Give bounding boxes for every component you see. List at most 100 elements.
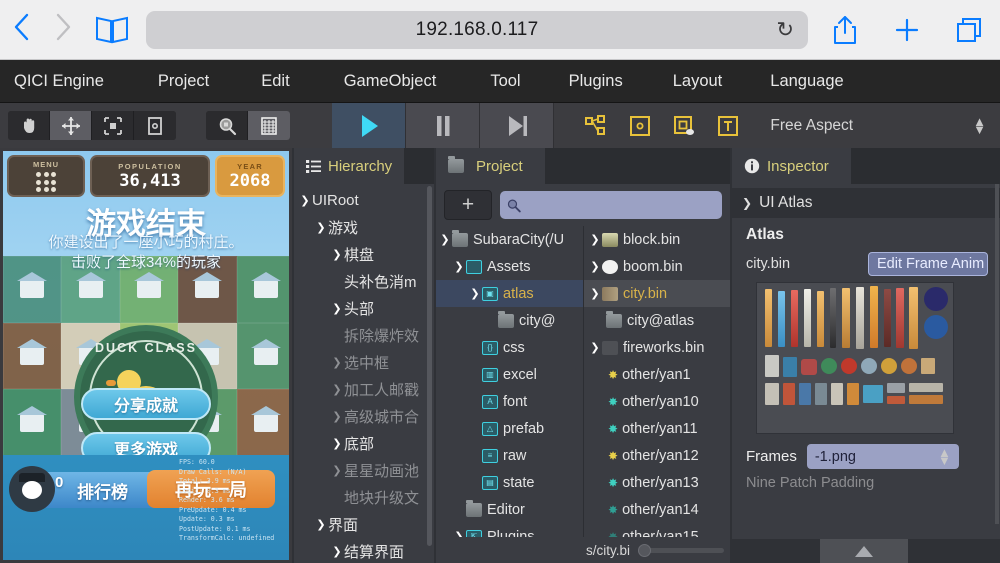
chevron-right-icon[interactable]: ❯ xyxy=(330,383,344,396)
menu-item-language[interactable]: Language xyxy=(756,72,857,91)
chevron-right-icon[interactable]: ❯ xyxy=(330,302,344,315)
aspect-selector[interactable]: Free Aspect ▲ ▼ xyxy=(770,103,1000,148)
project-file-row[interactable]: ❯ block.bin xyxy=(584,226,730,253)
create-sprite-button[interactable] xyxy=(618,103,662,148)
show-tabs-button[interactable] xyxy=(938,17,1000,43)
hierarchy-row[interactable]: ❯ 加工人邮戳 xyxy=(294,376,434,403)
inspector-scrollbar[interactable] xyxy=(995,184,999,524)
edit-frame-anim-button[interactable]: Edit Frame Anim xyxy=(868,252,988,276)
hierarchy-row[interactable]: 拆除爆炸效 xyxy=(294,322,434,349)
chevron-down-icon[interactable]: ❯ xyxy=(438,233,452,246)
chevron-right-icon[interactable]: ❯ xyxy=(330,545,344,558)
menu-item-edit[interactable]: Edit xyxy=(247,72,303,91)
project-tree-row[interactable]: ❯ Assets xyxy=(436,253,583,280)
create-text-button[interactable] xyxy=(706,103,750,148)
share-achievement-button[interactable]: 分享成就 xyxy=(81,388,211,420)
chevron-right-icon[interactable]: ❯ xyxy=(588,260,602,273)
create-node-button[interactable] xyxy=(574,103,618,148)
pause-button[interactable] xyxy=(406,103,480,148)
tab-project[interactable]: Project xyxy=(436,148,545,184)
project-file-row[interactable]: ✸ other/yan13 xyxy=(584,469,730,496)
project-file-row[interactable]: ✸ other/yan11 xyxy=(584,415,730,442)
scale-tool-button[interactable] xyxy=(92,111,134,140)
chevron-down-icon[interactable]: ❯ xyxy=(314,518,328,531)
address-bar[interactable]: 192.168.0.117 ↻ xyxy=(146,10,808,49)
hierarchy-row[interactable]: ❯ 界面 xyxy=(294,511,434,538)
frames-select[interactable]: -1.png ▲ ▼ xyxy=(806,444,959,469)
project-tree-row[interactable]: {} css xyxy=(436,334,583,361)
project-tree-row[interactable]: △ prefab xyxy=(436,415,583,442)
bookmarks-button[interactable] xyxy=(84,15,140,45)
menu-item-layout[interactable]: Layout xyxy=(659,72,737,91)
forward-button[interactable] xyxy=(42,12,84,48)
project-file-row[interactable]: ✸ other/yan14 xyxy=(584,496,730,523)
menu-item-tool[interactable]: Tool xyxy=(476,72,534,91)
hierarchy-row[interactable]: ❯ 结算界面 xyxy=(294,538,434,563)
chevron-right-icon[interactable]: ❯ xyxy=(330,248,344,261)
new-tab-button[interactable] xyxy=(876,17,938,43)
tab-inspector[interactable]: Inspector xyxy=(732,148,851,184)
chevron-right-icon[interactable]: ❯ xyxy=(330,464,344,477)
step-button[interactable] xyxy=(480,103,554,148)
project-tree-row[interactable]: ▥ excel xyxy=(436,361,583,388)
project-search[interactable] xyxy=(500,191,722,219)
menu-item-gameobject[interactable]: GameObject xyxy=(330,72,451,91)
project-file-row[interactable]: ❯ city.bin xyxy=(584,280,730,307)
project-tree-row[interactable]: A font xyxy=(436,388,583,415)
inspector-section-header[interactable]: ❯ UI Atlas xyxy=(732,188,1000,218)
project-tree-row[interactable]: ❯ SubaraCity(/U xyxy=(436,226,583,253)
project-file-row[interactable]: ❯ fireworks.bin xyxy=(584,334,730,361)
project-tree-row[interactable]: ≡ raw xyxy=(436,442,583,469)
hierarchy-row[interactable]: ❯ 底部 xyxy=(294,430,434,457)
hierarchy-row[interactable]: ❯ 棋盘 xyxy=(294,241,434,268)
project-tree-row[interactable]: ❯ ▣ atlas xyxy=(436,280,583,307)
menu-item-qici-engine[interactable]: QICI Engine xyxy=(0,72,118,91)
menu-item-plugins[interactable]: Plugins xyxy=(555,72,637,91)
project-tree-row[interactable]: Editor xyxy=(436,496,583,523)
project-file-row[interactable]: ✸ other/yan1 xyxy=(584,361,730,388)
hierarchy-scrollbar[interactable] xyxy=(427,186,432,546)
project-file-row[interactable]: ❯ boom.bin xyxy=(584,253,730,280)
add-asset-button[interactable]: + xyxy=(444,190,492,220)
chevron-right-icon[interactable]: ❯ xyxy=(330,410,344,423)
reload-icon[interactable]: ↻ xyxy=(776,17,794,42)
chevron-right-icon[interactable]: ❯ xyxy=(588,233,602,246)
hierarchy-row[interactable]: ❯ 选中框 xyxy=(294,349,434,376)
hierarchy-row[interactable]: ❯ 游戏 xyxy=(294,214,434,241)
chevron-right-icon[interactable]: ❯ xyxy=(330,437,344,450)
back-button[interactable] xyxy=(0,12,42,48)
zoom-tool-button[interactable] xyxy=(206,111,248,140)
game-view[interactable]: MENU POPULATION 36,413 YEAR 2068 游戏结束 你建… xyxy=(0,148,292,563)
project-file-row[interactable]: city@atlas xyxy=(584,307,730,334)
hierarchy-row[interactable]: ❯ UIRoot xyxy=(294,187,434,214)
atlas-preview-image[interactable] xyxy=(756,282,954,434)
hierarchy-row[interactable]: ❯ 头部 xyxy=(294,295,434,322)
chevron-updown-icon[interactable]: ▲ ▼ xyxy=(973,115,986,135)
rect-tool-button[interactable] xyxy=(134,111,176,140)
project-file-row[interactable]: ✸ other/yan10 xyxy=(584,388,730,415)
hierarchy-row[interactable]: ❯ 星星动画池 xyxy=(294,457,434,484)
chevron-right-icon[interactable]: ❯ xyxy=(330,356,344,369)
chevron-down-icon[interactable]: ❯ xyxy=(468,287,482,300)
move-tool-button[interactable] xyxy=(50,111,92,140)
create-button-button[interactable] xyxy=(662,103,706,148)
chevron-down-icon[interactable]: ❯ xyxy=(452,260,466,273)
chevron-down-icon[interactable]: ❯ xyxy=(588,341,602,354)
resize-handle[interactable] xyxy=(820,539,908,563)
tab-hierarchy[interactable]: Hierarchy xyxy=(294,148,405,184)
hand-tool-button[interactable] xyxy=(8,111,50,140)
game-menu-button[interactable]: MENU xyxy=(7,155,85,197)
hierarchy-row[interactable]: 地块升级文 xyxy=(294,484,434,511)
project-horizontal-scrollbar[interactable] xyxy=(638,543,725,557)
project-tree-row[interactable]: city@ xyxy=(436,307,583,334)
project-file-row[interactable]: ✸ other/yan12 xyxy=(584,442,730,469)
hierarchy-row[interactable]: 头补色消m xyxy=(294,268,434,295)
search-input[interactable] xyxy=(525,197,722,213)
grid-tool-button[interactable] xyxy=(248,111,290,140)
hierarchy-row[interactable]: ❯ 高级城市合 xyxy=(294,403,434,430)
play-button[interactable] xyxy=(332,103,406,148)
chevron-updown-icon[interactable]: ▲ ▼ xyxy=(938,446,951,466)
share-button[interactable] xyxy=(814,15,876,45)
chevron-right-icon[interactable]: ❯ xyxy=(588,287,602,300)
chevron-down-icon[interactable]: ❯ xyxy=(742,196,752,210)
